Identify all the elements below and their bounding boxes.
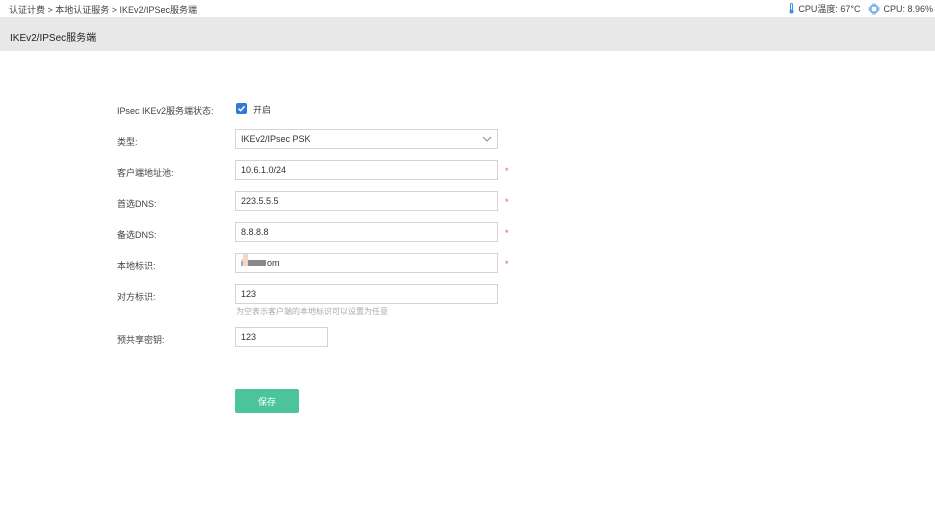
enable-checkbox-label[interactable]: 开启 — [253, 103, 271, 116]
checkmark-icon — [237, 105, 246, 112]
save-button[interactable]: 保存 — [235, 389, 299, 413]
required-mark: * — [505, 259, 509, 269]
local-id-input[interactable]: i om — [235, 253, 498, 273]
local-id-suffix: om — [267, 258, 280, 268]
required-mark: * — [505, 197, 509, 207]
settings-form: IPsec IKEv2服务端状态: 开启 类型: IKEv2/IPsec PSK… — [0, 0, 935, 507]
remote-id-input[interactable]: 123 — [235, 284, 498, 304]
primary-dns-input[interactable]: 223.5.5.5 — [235, 191, 498, 211]
psk-label: 预共享密钥: — [117, 335, 165, 345]
address-pool-input[interactable]: 10.6.1.0/24 — [235, 160, 498, 180]
remote-id-label: 对方标识: — [117, 292, 156, 302]
status-label: IPsec IKEv2服务端状态: — [117, 106, 214, 116]
pre-shared-key-input[interactable]: 123 — [235, 327, 328, 347]
remote-id-hint: 为空表示客户端的本地标识可以设置为任意 — [236, 307, 388, 316]
dns2-label: 备选DNS: — [117, 230, 157, 240]
required-mark: * — [505, 166, 509, 176]
type-select[interactable]: IKEv2/IPsec PSK — [235, 129, 498, 149]
pool-label: 客户端地址池: — [117, 168, 174, 178]
required-mark: * — [505, 228, 509, 238]
redaction-mark — [243, 254, 248, 266]
enable-checkbox[interactable] — [236, 103, 247, 114]
type-label: 类型: — [117, 137, 138, 147]
type-select-value: IKEv2/IPsec PSK — [241, 134, 311, 144]
local-id-label: 本地标识: — [117, 261, 156, 271]
chevron-down-icon — [482, 136, 492, 142]
secondary-dns-input[interactable]: 8.8.8.8 — [235, 222, 498, 242]
dns1-label: 首选DNS: — [117, 199, 157, 209]
